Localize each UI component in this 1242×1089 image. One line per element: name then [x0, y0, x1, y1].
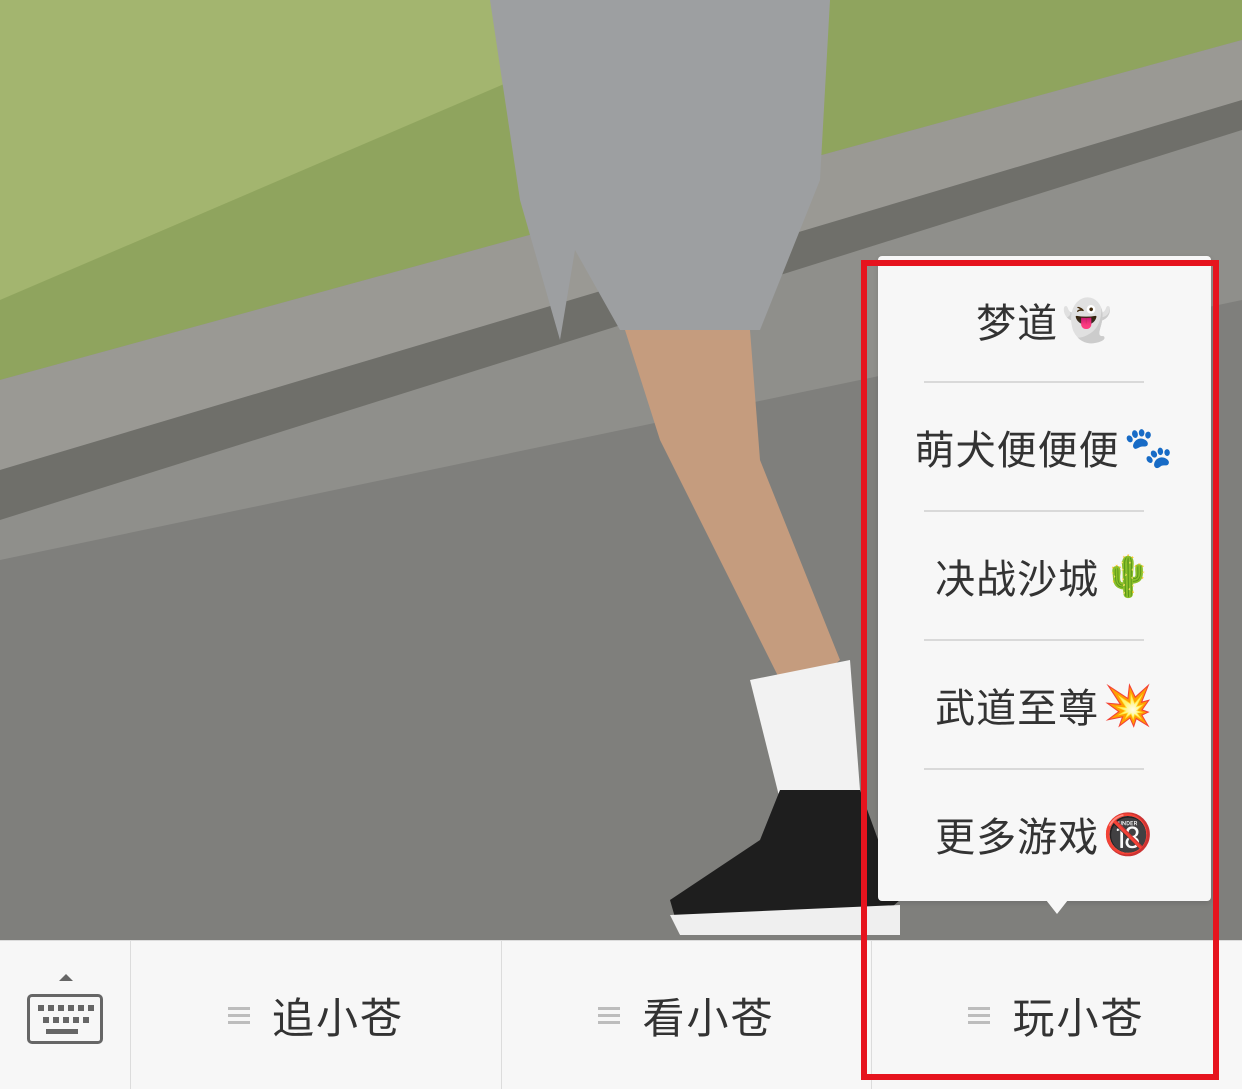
menu-item-martial-supreme[interactable]: 武道至尊 💥 [878, 641, 1211, 769]
menu-icon [227, 1003, 250, 1028]
tab-label: 看小苍 [642, 993, 775, 1043]
keyboard-toggle-button[interactable] [0, 941, 131, 1089]
menu-item-puppy-game[interactable]: 萌犬便便便 🐾 [878, 383, 1211, 511]
collision-icon: 💥 [1103, 682, 1154, 729]
keyboard-icon [27, 994, 103, 1044]
paw-prints-icon: 🐾 [1123, 424, 1175, 471]
menu-item-label: 武道至尊 [935, 686, 1100, 732]
menu-item-label: 决战沙城 [935, 557, 1100, 603]
caret-up-icon [59, 974, 73, 981]
menu-item-label: 萌犬便便便 [914, 428, 1120, 474]
no-under-18-icon: 🔞 [1103, 811, 1154, 858]
popup-arrow [1046, 900, 1068, 914]
menu-item-label: 梦道 [976, 301, 1059, 347]
tab-label: 玩小苍 [1012, 993, 1145, 1043]
tab-label: 追小苍 [271, 993, 404, 1043]
ghost-icon: 👻 [1062, 297, 1113, 344]
menu-item-sand-city[interactable]: 决战沙城 🌵 [878, 512, 1211, 640]
menu-item-mengdao[interactable]: 梦道 👻 [878, 256, 1211, 384]
menu-item-more-games[interactable]: 更多游戏 🔞 [878, 770, 1211, 898]
tab-zhui-xiaocang[interactable]: 追小苍 [131, 941, 501, 1089]
menu-icon [598, 1003, 621, 1028]
menu-item-label: 更多游戏 [935, 815, 1100, 861]
tab-kan-xiaocang[interactable]: 看小苍 [501, 941, 871, 1089]
menu-icon [968, 1003, 991, 1028]
tab-wan-xiaocang[interactable]: 玩小苍 [871, 941, 1241, 1089]
game-popup-menu: 梦道 👻 萌犬便便便 🐾 决战沙城 🌵 武道至尊 💥 更多游戏 🔞 [878, 256, 1211, 901]
cactus-icon: 🌵 [1103, 553, 1154, 600]
bottom-menu-bar: 追小苍 看小苍 玩小苍 [0, 940, 1242, 1089]
